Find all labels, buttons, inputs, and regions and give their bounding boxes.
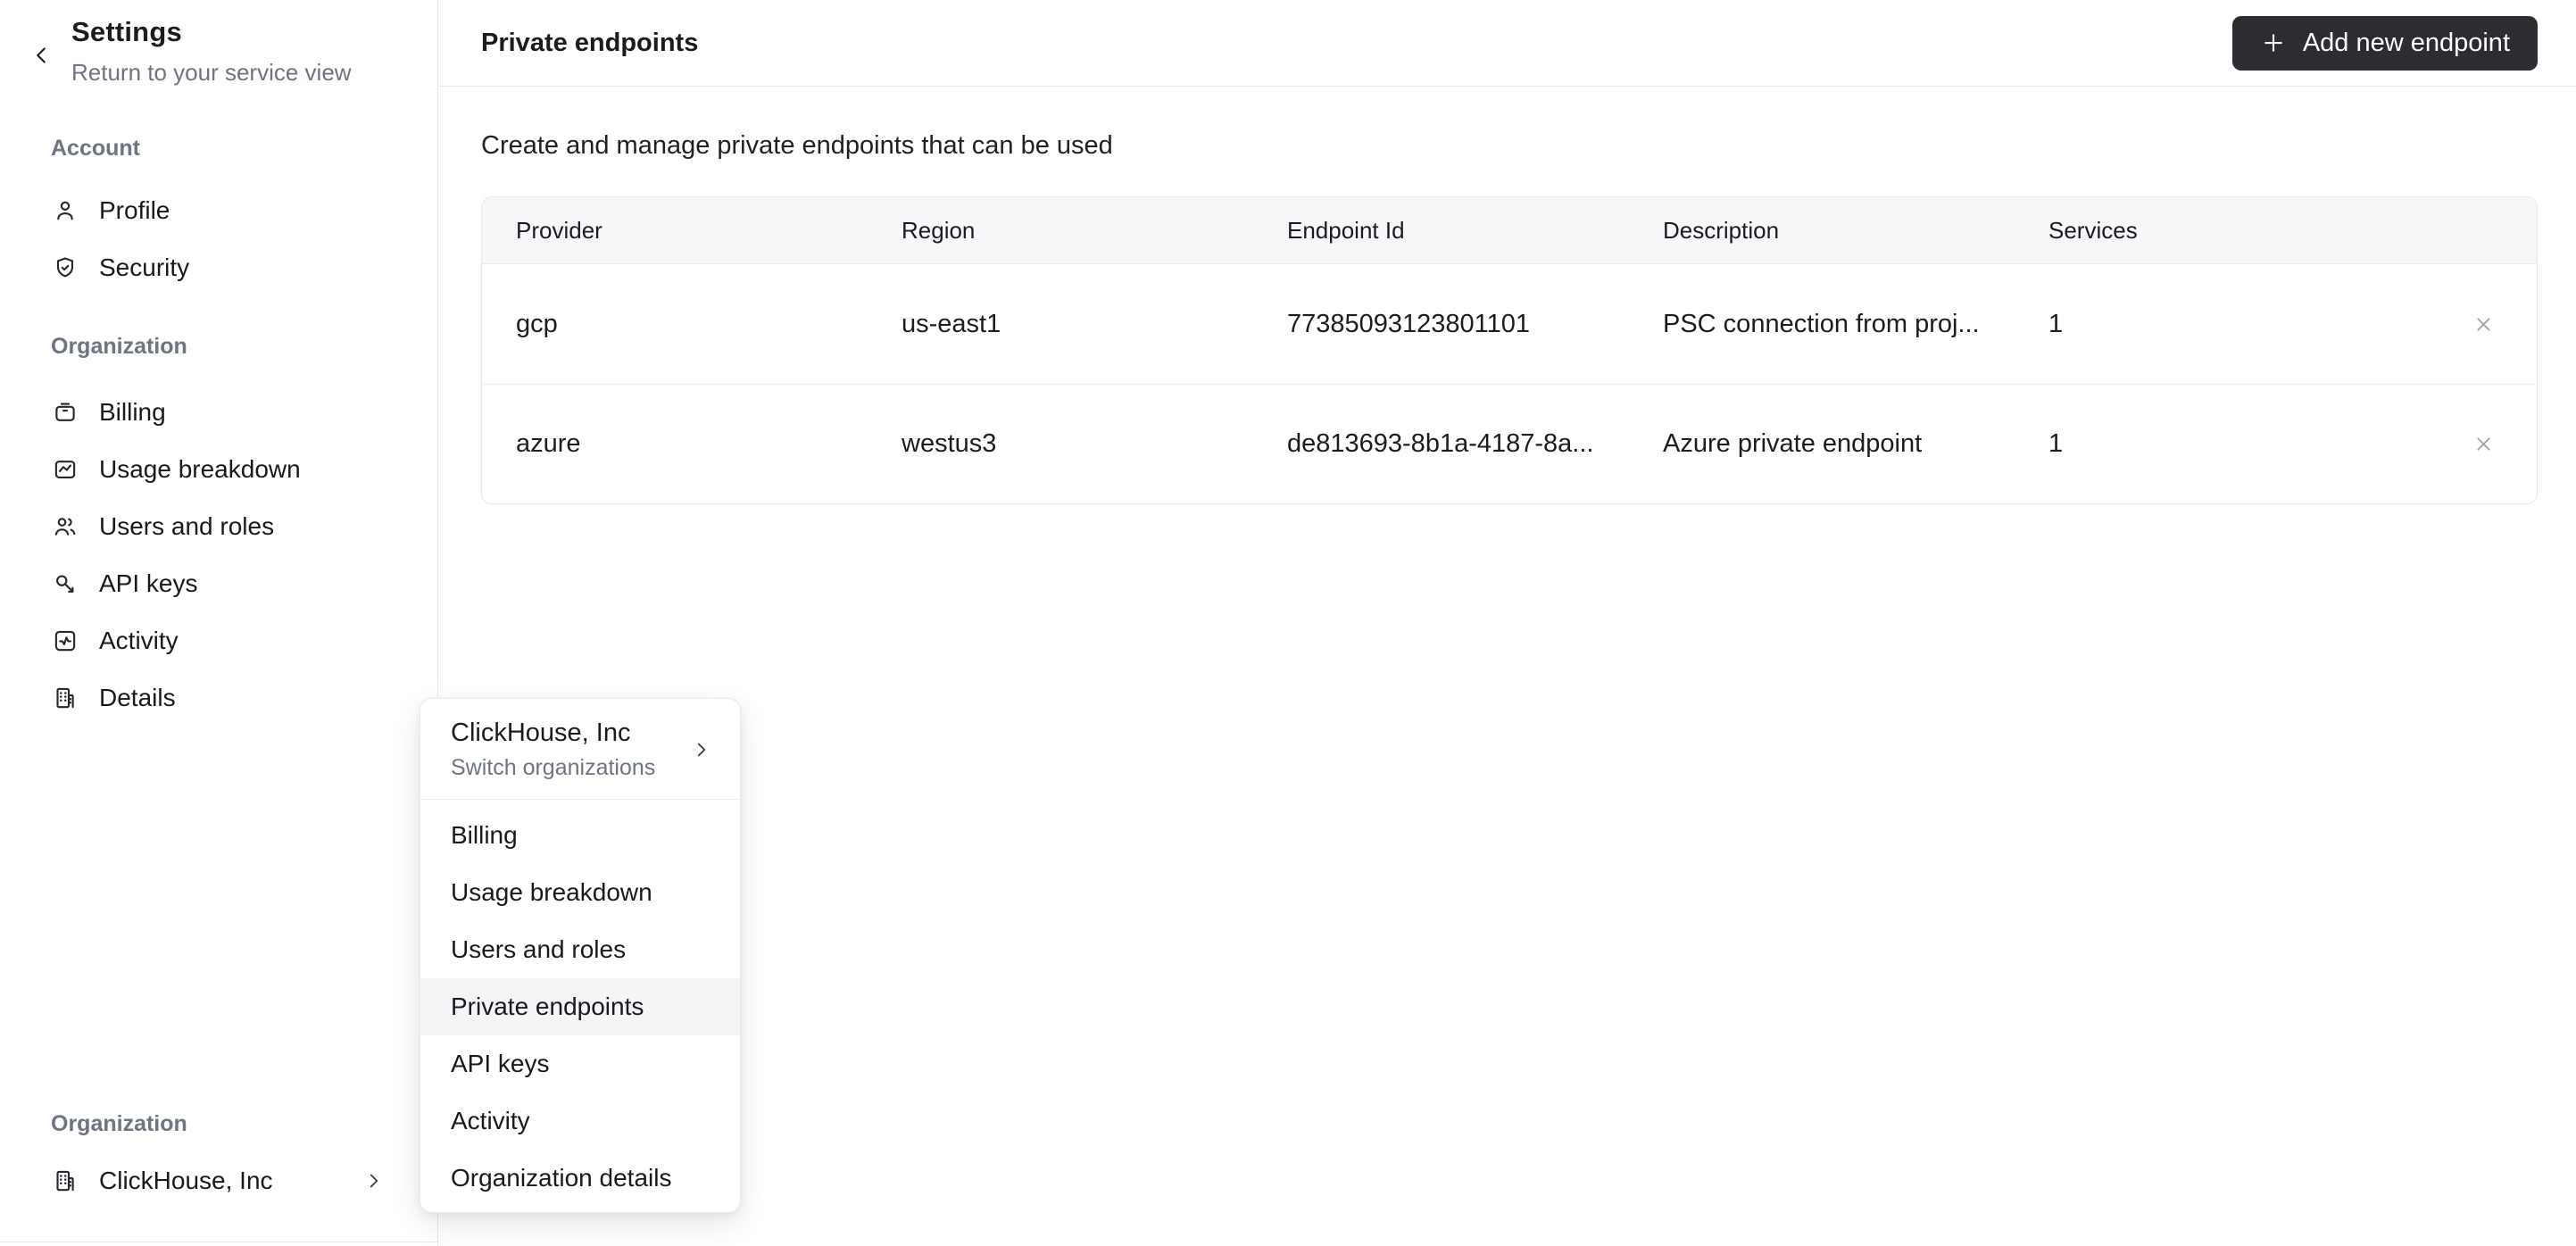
menu-item-users-and-roles[interactable]: Users and roles (420, 921, 740, 978)
section-label: Organization (51, 1111, 187, 1136)
column-header-description: Description (1663, 216, 1780, 244)
user-icon (52, 197, 79, 224)
add-new-endpoint-button[interactable]: Add new endpoint (2231, 15, 2538, 71)
column-header-region: Region (902, 216, 976, 244)
menu-item-organization-details[interactable]: Organization details (420, 1150, 740, 1207)
sidebar-item-label: Activity (99, 627, 179, 654)
settings-sidebar: Settings Return to your service view Acc… (0, 0, 438, 1246)
sidebar-item-billing[interactable]: Billing (0, 384, 437, 441)
menu-item-billing[interactable]: Billing (420, 807, 740, 864)
column-header-services: Services (2048, 216, 2138, 244)
organization-switcher[interactable]: ClickHouse, Inc (0, 1152, 437, 1209)
activity-icon (52, 627, 79, 654)
sidebar-item-details[interactable]: Details (0, 669, 437, 727)
organization-popup-menu: ClickHouse, Inc Switch organizations Bil… (420, 698, 741, 1213)
cell-description: Azure private endpoint (1663, 429, 1923, 458)
page-header: Private endpoints Add new endpoint (439, 0, 2576, 87)
cell-services: 1 (2048, 429, 2064, 458)
sidebar-item-label: Users and roles (99, 512, 275, 540)
sidebar-item-label: Details (99, 684, 176, 711)
sidebar-item-label: Profile (99, 196, 170, 224)
column-header-provider: Provider (516, 216, 602, 244)
plus-icon (2260, 29, 2287, 56)
menu-item-private-endpoints[interactable]: Private endpoints (420, 978, 740, 1035)
close-icon (2472, 433, 2495, 455)
cell-services: 1 (2048, 309, 2064, 338)
sidebar-item-security[interactable]: Security (0, 239, 437, 296)
private-endpoints-table: Provider Region Endpoint Id Description … (481, 196, 2538, 504)
column-header-endpoint-id: Endpoint Id (1287, 216, 1405, 244)
key-icon (52, 570, 79, 597)
sidebar-item-profile[interactable]: Profile (0, 182, 437, 239)
menu-item-api-keys[interactable]: API keys (420, 1035, 740, 1092)
sidebar-item-label: Security (99, 253, 190, 281)
cell-region: us-east1 (902, 309, 1001, 338)
add-button-label: Add new endpoint (2302, 28, 2510, 57)
sidebar-item-label: Usage breakdown (99, 455, 301, 483)
menu-item-usage-breakdown[interactable]: Usage breakdown (420, 864, 740, 921)
page-content: Create and manage private endpoints that… (439, 131, 2576, 504)
building-icon (52, 685, 79, 711)
cell-description: PSC connection from proj... (1663, 309, 1980, 338)
sidebar-item-usage-breakdown[interactable]: Usage breakdown (0, 441, 437, 498)
chevron-right-icon (690, 738, 713, 761)
cell-endpoint-id: de813693-8b1a-4187-8a... (1287, 429, 1594, 458)
section-label: Account (51, 136, 140, 161)
table-row: gcp us-east1 77385093123801101 PSC conne… (482, 264, 2537, 384)
chevron-right-icon (362, 1169, 386, 1192)
organization-name: ClickHouse, Inc (99, 1167, 273, 1194)
cell-provider: gcp (516, 309, 558, 338)
table-header-row: Provider Region Endpoint Id Description … (482, 197, 2537, 264)
sidebar-footer: Organization ClickHouse, Inc (0, 1109, 437, 1209)
menu-item-activity[interactable]: Activity (420, 1092, 740, 1150)
sidebar-title: Settings (71, 16, 182, 47)
section-label: Organization (51, 334, 187, 359)
shield-check-icon (52, 254, 79, 281)
cell-endpoint-id: 77385093123801101 (1287, 309, 1531, 338)
sidebar-item-activity[interactable]: Activity (0, 612, 437, 669)
sidebar-item-users-and-roles[interactable]: Users and roles (0, 498, 437, 555)
table-row: azure westus3 de813693-8b1a-4187-8a... A… (482, 384, 2537, 503)
popup-org-name: ClickHouse, Inc (451, 719, 631, 747)
users-icon (52, 513, 79, 540)
building-icon (52, 1167, 79, 1194)
cell-region: westus3 (902, 429, 997, 458)
remove-endpoint-button[interactable] (2464, 425, 2504, 464)
popup-org-subtitle: Switch organizations (451, 755, 656, 780)
sidebar-item-api-keys[interactable]: API keys (0, 555, 437, 612)
popup-menu-items: Billing Usage breakdown Users and roles … (420, 800, 740, 1212)
cell-provider: azure (516, 429, 581, 458)
close-icon (2472, 313, 2495, 336)
page-title: Private endpoints (481, 28, 699, 57)
sidebar-item-label: Billing (99, 398, 166, 426)
sidebar-subtitle: Return to your service view (71, 59, 352, 86)
main-panel: Private endpoints Add new endpoint Creat… (439, 0, 2576, 1246)
sidebar-section-account: Account Profile Security (0, 134, 437, 296)
chevron-left-icon (28, 42, 54, 69)
popup-org-switcher[interactable]: ClickHouse, Inc Switch organizations (420, 699, 740, 800)
remove-endpoint-button[interactable] (2464, 304, 2504, 344)
chart-frame-icon (52, 456, 79, 483)
sidebar-section-organization: Organization Billing Usage breakdown Use… (0, 332, 437, 727)
back-button[interactable] (23, 37, 59, 73)
sidebar-item-label: API keys (99, 569, 198, 597)
wallet-icon (52, 399, 79, 426)
intro-text: Create and manage private endpoints that… (481, 131, 1113, 160)
